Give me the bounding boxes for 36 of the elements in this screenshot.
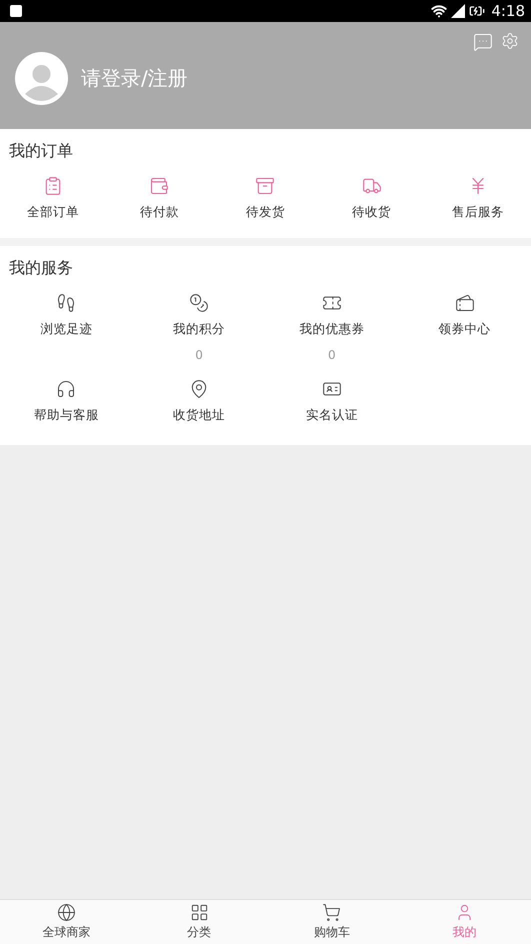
service-label[interactable]: 我的积分 bbox=[173, 321, 226, 338]
notification-icon bbox=[10, 5, 22, 17]
coins-icon[interactable] bbox=[189, 293, 210, 313]
service-label[interactable]: 实名认证 bbox=[306, 407, 358, 424]
clock-time: 4:18 bbox=[491, 2, 525, 20]
wallet-icon[interactable] bbox=[149, 176, 170, 196]
truck-icon[interactable] bbox=[362, 176, 382, 196]
service-label[interactable]: 收货地址 bbox=[173, 407, 226, 424]
settings-icon[interactable] bbox=[501, 32, 519, 50]
order-label[interactable]: 售后服务 bbox=[452, 204, 504, 221]
cart-icon bbox=[322, 903, 342, 922]
order-label[interactable]: 全部订单 bbox=[27, 204, 80, 221]
service-label[interactable]: 领券中心 bbox=[438, 321, 491, 338]
section-title: 我的服务 bbox=[8, 258, 74, 279]
section-title: 我的订单 bbox=[8, 141, 74, 162]
tickets-icon[interactable] bbox=[454, 293, 475, 313]
service-label[interactable]: 我的优惠券 bbox=[299, 321, 364, 338]
globe-icon bbox=[56, 903, 76, 922]
box-icon[interactable] bbox=[255, 176, 276, 196]
count-value: 0 bbox=[328, 348, 336, 362]
count-value: 0 bbox=[195, 348, 203, 362]
wifi-icon bbox=[431, 3, 448, 19]
service-label[interactable]: 浏览足迹 bbox=[40, 321, 92, 338]
nav-tab[interactable]: 分类 bbox=[132, 900, 266, 944]
grid-icon bbox=[190, 903, 209, 922]
nav-tab[interactable]: 购物车 bbox=[266, 900, 398, 944]
order-label[interactable]: 待发货 bbox=[246, 204, 285, 221]
nav-tab[interactable]: 全球商家 bbox=[0, 900, 133, 944]
order-label[interactable]: 待收货 bbox=[352, 204, 392, 221]
avatar[interactable] bbox=[15, 52, 68, 105]
message-icon[interactable] bbox=[473, 32, 493, 52]
service-label[interactable]: 帮助与客服 bbox=[34, 407, 99, 424]
order-label[interactable]: 待付款 bbox=[140, 204, 179, 221]
headset-icon[interactable] bbox=[56, 379, 76, 399]
footprint-icon[interactable] bbox=[56, 293, 76, 313]
signal-icon bbox=[451, 4, 466, 18]
